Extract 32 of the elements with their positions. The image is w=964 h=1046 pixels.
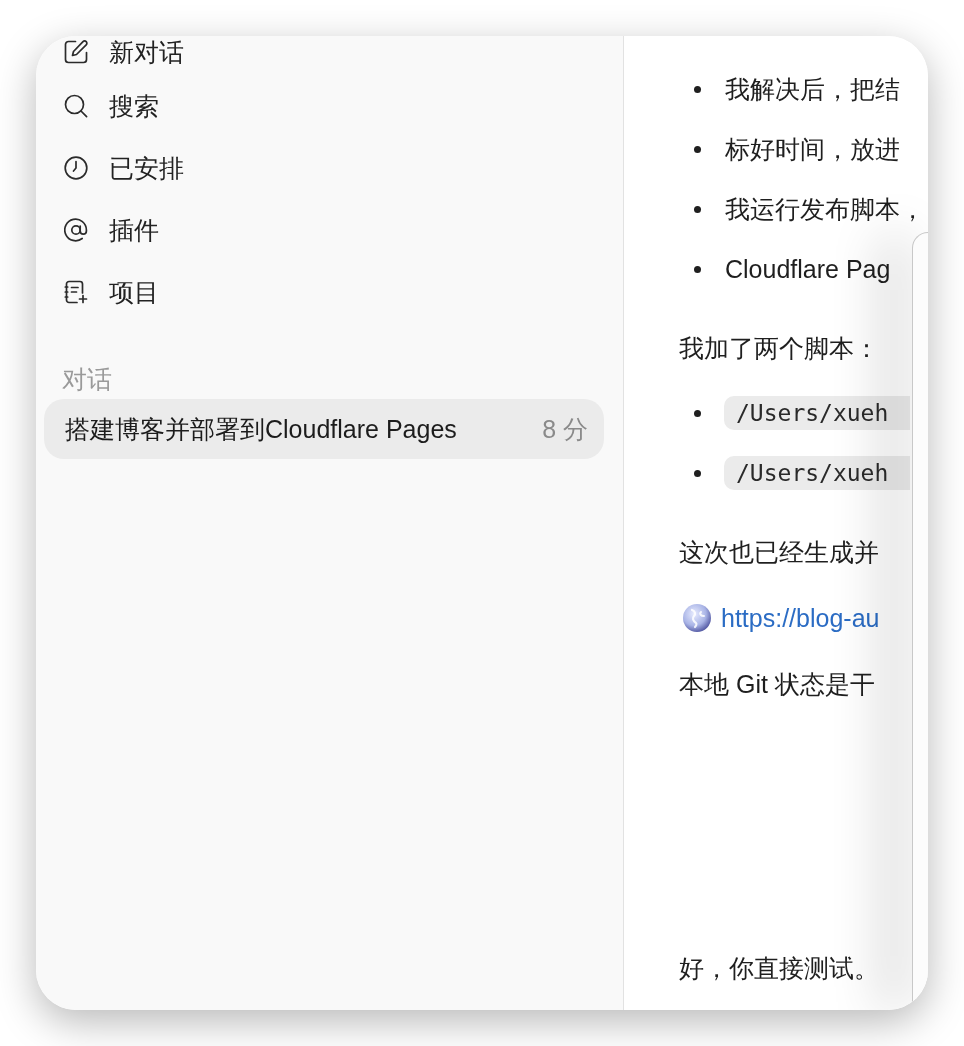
paragraph-text: 这次也已经生成并 xyxy=(679,537,879,568)
code-path: /Users/xueh xyxy=(724,396,910,430)
paragraph-text: 本地 Git 状态是干 xyxy=(679,669,875,700)
list-item-text: 我运行发布脚本， xyxy=(725,194,925,225)
section-label: 对话 xyxy=(62,364,112,394)
bullet-icon xyxy=(694,469,701,477)
conversation-time: 8 分 xyxy=(542,414,588,444)
conversation-title: 搭建博客并部署到Cloudflare Pages xyxy=(65,414,457,444)
bullet-icon xyxy=(694,409,701,417)
sidebar-nav-item[interactable]: 搜索 xyxy=(36,75,623,137)
search-icon xyxy=(64,94,88,118)
paragraph-text: 我加了两个脚本： xyxy=(679,333,879,364)
code-path: /Users/xueh xyxy=(724,456,910,490)
bullet-icon xyxy=(694,265,701,273)
bullet-icon xyxy=(694,85,701,93)
sidebar-nav-item[interactable]: 项目 xyxy=(36,261,623,323)
list-item-text: 我解决后，把结 xyxy=(725,74,900,105)
list-item-text: 标好时间，放进 xyxy=(725,134,900,165)
globe-icon xyxy=(683,604,711,632)
sidebar-nav-item[interactable]: 已安排 xyxy=(36,137,623,199)
pencil-square-icon xyxy=(64,40,88,64)
sidebar-nav-item[interactable]: 插件 xyxy=(36,199,623,261)
bullet-icon xyxy=(694,205,701,213)
sidebar-nav-item[interactable]: 新对话 xyxy=(36,36,623,68)
note-plus-icon xyxy=(64,280,88,304)
url-link[interactable]: https://blog-au xyxy=(721,602,880,634)
bullet-icon xyxy=(694,145,701,153)
conversation-item[interactable]: 搭建博客并部署到Cloudflare Pages 8 分 xyxy=(44,399,604,459)
at-sign-icon xyxy=(64,218,88,242)
user-message-text: 好，你直接测试。 xyxy=(679,953,879,984)
list-item-text: Cloudflare Pag xyxy=(725,254,891,285)
clock-icon xyxy=(64,156,88,180)
